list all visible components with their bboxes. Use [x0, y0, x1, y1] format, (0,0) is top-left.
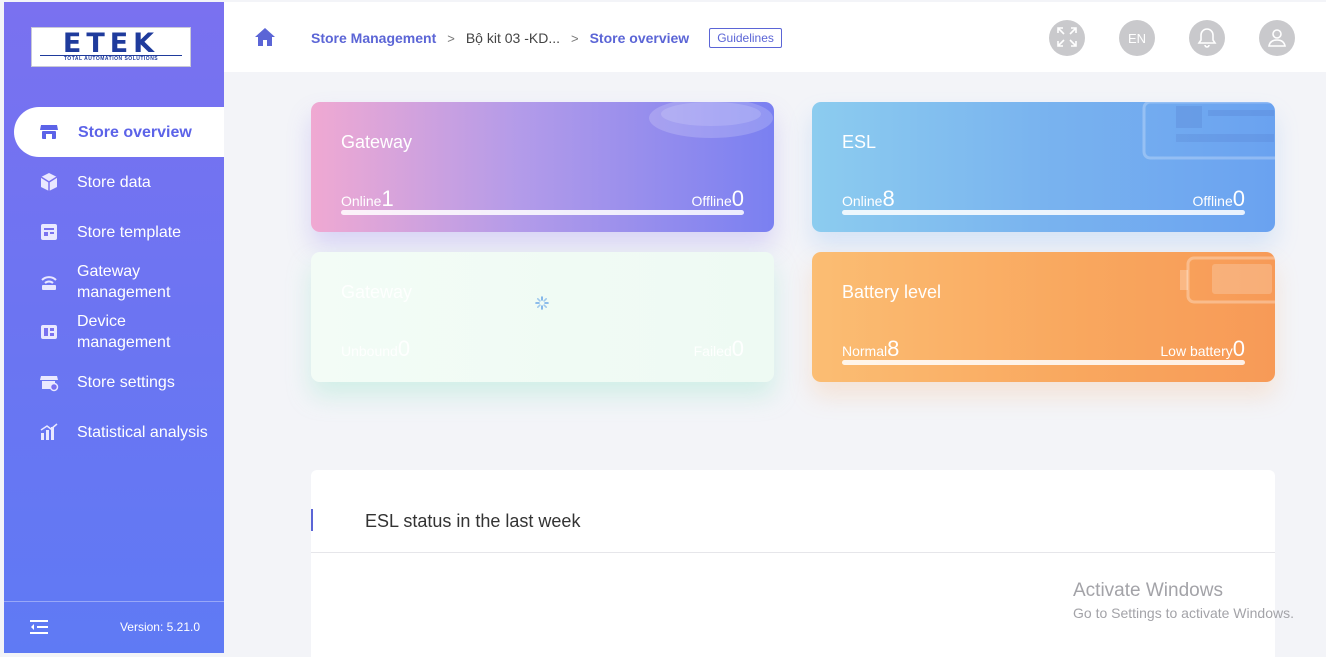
sidebar-item-label: Device management	[77, 313, 171, 351]
watermark-title: Activate Windows	[1073, 580, 1223, 601]
user-icon	[1266, 26, 1288, 51]
etek-logo[interactable]: ETEK TOTAL AUTOMATION SOLUTIONS	[31, 27, 191, 67]
loading-card-right-label: Failed	[693, 343, 732, 359]
esl-online-count: 8	[882, 186, 895, 211]
logo-area: ETEK TOTAL AUTOMATION SOLUTIONS	[4, 2, 224, 107]
battery-card-title: Battery level	[842, 282, 942, 302]
esl-offline: Offline0	[1193, 186, 1245, 212]
gateway-device-illustration	[649, 102, 773, 138]
loading-card[interactable]: Gateway Unbound0 Failed0	[311, 252, 774, 382]
sidebar-item-label: Store settings	[77, 373, 175, 391]
home-icon[interactable]	[254, 26, 276, 48]
battery-normal: Normal8	[842, 336, 899, 362]
fullscreen-icon	[1056, 26, 1078, 51]
gateway-online-label: Online	[341, 193, 382, 209]
notifications-button[interactable]	[1189, 20, 1225, 56]
sidebar-footer: Version: 5.21.0	[4, 601, 224, 653]
loading-spinner-icon	[535, 296, 549, 310]
esl-online-label: Online	[842, 193, 883, 209]
collapse-menu-icon[interactable]	[30, 619, 48, 635]
panel-title-accent	[311, 509, 313, 531]
sidebar-item-label: Store data	[77, 173, 151, 191]
esl-status-panel: ESL status in the last week	[311, 470, 1275, 657]
loading-card-title: Gateway	[341, 282, 413, 302]
gateway-offline-label: Offline	[691, 193, 732, 209]
esl-online: Online8	[842, 186, 895, 212]
breadcrumb: Store Management > Bộ kit 03 -KD... > St…	[311, 28, 782, 48]
panel-title: ESL status in the last week	[365, 511, 581, 531]
battery-low: Low battery0	[1160, 336, 1245, 362]
store-icon	[38, 121, 60, 143]
battery-normal-label: Normal	[842, 343, 888, 359]
battery-progress-bar	[842, 360, 1245, 365]
loading-card-left-count: 0	[397, 336, 411, 361]
battery-low-count: 0	[1232, 336, 1245, 361]
bell-icon	[1196, 26, 1218, 51]
sidebar-item-label: Gateway management	[77, 263, 171, 301]
esl-progress-bar	[842, 210, 1245, 215]
battery-illustration	[1180, 256, 1275, 304]
guidelines-button[interactable]: Guidelines	[709, 28, 782, 48]
store-settings-icon	[38, 371, 60, 393]
chevron-right-icon: >	[571, 30, 579, 46]
template-icon	[38, 221, 60, 243]
sidebar-menu: Store overview Store data Store template…	[4, 107, 224, 457]
sidebar-item-label: Store template	[77, 223, 182, 241]
cube-icon	[38, 171, 60, 193]
gateway-card[interactable]: Gateway Online1 Offline0	[311, 102, 774, 232]
gateway-online: Online1	[341, 186, 394, 212]
language-button[interactable]: EN	[1119, 20, 1155, 56]
user-button[interactable]	[1259, 20, 1295, 56]
top-bar: Store Management > Bộ kit 03 -KD... > St…	[224, 2, 1326, 72]
esl-card-title: ESL	[842, 132, 877, 152]
sidebar-item-store-data[interactable]: Store data	[4, 157, 224, 207]
gateway-offline: Offline0	[692, 186, 744, 212]
battery-low-label: Low battery	[1160, 343, 1233, 359]
sidebar-item-store-settings[interactable]: Store settings	[4, 357, 224, 407]
breadcrumb-current: Store overview	[589, 30, 690, 46]
sidebar: ETEK TOTAL AUTOMATION SOLUTIONS Store ov…	[4, 2, 224, 653]
activate-windows-watermark: Activate Windows Go to Settings to activ…	[1073, 580, 1294, 621]
panel-divider	[311, 552, 1275, 553]
gateway-online-count: 1	[381, 186, 394, 211]
logo-tagline: TOTAL AUTOMATION SOLUTIONS	[63, 56, 159, 62]
sidebar-item-store-template[interactable]: Store template	[4, 207, 224, 257]
chevron-right-icon: >	[447, 30, 455, 46]
language-label: EN	[1127, 30, 1147, 46]
esl-offline-count: 0	[1232, 186, 1245, 211]
battery-normal-count: 8	[887, 336, 900, 361]
sidebar-item-store-overview[interactable]: Store overview	[14, 107, 224, 157]
loading-card-left: Unbound0	[341, 336, 410, 362]
esl-card[interactable]: ESL Online8 Offline0	[812, 102, 1275, 232]
sidebar-item-statistical-analysis[interactable]: Statistical analysis	[4, 407, 224, 457]
watermark-subtitle: Go to Settings to activate Windows.	[1073, 605, 1294, 621]
fullscreen-button[interactable]	[1049, 20, 1085, 56]
gateway-icon	[38, 271, 60, 293]
gateway-offline-count: 0	[731, 186, 744, 211]
gateway-progress-bar	[341, 210, 744, 215]
esl-tag-illustration	[1142, 102, 1275, 160]
sidebar-item-label: Statistical analysis	[77, 423, 208, 441]
sidebar-item-label: Store overview	[78, 123, 192, 141]
version-label: Version: 5.21.0	[119, 620, 200, 634]
battery-card[interactable]: Battery level Normal8 Low battery0	[812, 252, 1275, 382]
sidebar-item-device-management[interactable]: Device management	[4, 307, 224, 357]
loading-card-right-count: 0	[731, 336, 744, 361]
bar-chart-icon	[38, 421, 60, 443]
sidebar-item-gateway-management[interactable]: Gateway management	[4, 257, 224, 307]
breadcrumb-store-name[interactable]: Bộ kit 03 -KD...	[466, 30, 560, 46]
gateway-card-title: Gateway	[341, 132, 413, 152]
loading-card-right: Failed0	[694, 336, 744, 362]
loading-card-left-label: Unbound	[341, 343, 398, 359]
device-icon	[38, 321, 60, 343]
esl-offline-label: Offline	[1192, 193, 1233, 209]
breadcrumb-store-management[interactable]: Store Management	[311, 30, 436, 46]
